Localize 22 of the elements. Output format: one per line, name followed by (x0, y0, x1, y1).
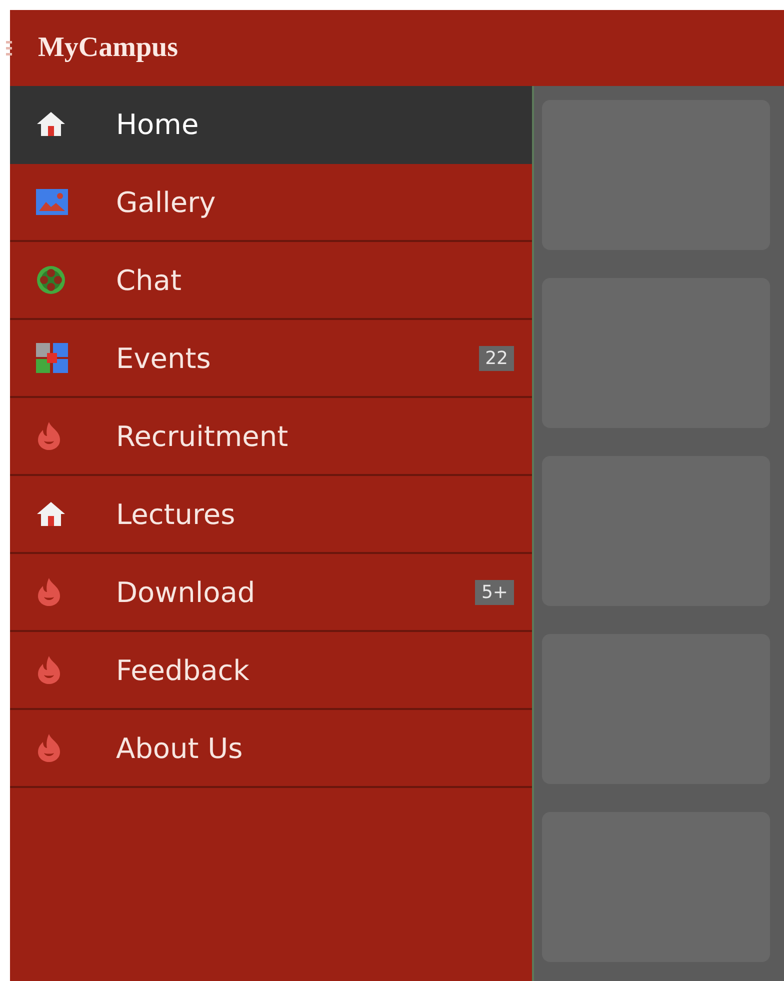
flame-icon (36, 577, 62, 607)
wheel-icon (36, 265, 66, 295)
drawer-item[interactable]: Gallery (10, 164, 532, 242)
drawer-item[interactable]: Events 22 (10, 320, 532, 398)
count-badge: 5+ (475, 580, 514, 604)
drawer-item[interactable]: About Us (10, 710, 532, 788)
house-icon (36, 111, 66, 137)
drawer-item[interactable]: Recruitment (10, 398, 532, 476)
flame-icon (36, 421, 62, 451)
house-icon (36, 501, 66, 527)
drawer-item[interactable]: Chat (10, 242, 532, 320)
image-icon (36, 189, 68, 215)
flame-icon (36, 655, 62, 685)
drawer-item[interactable]: Lectures (10, 476, 532, 554)
flame-icon (36, 733, 62, 763)
tiles-icon (36, 343, 68, 373)
drawer-item[interactable]: Download 5+ (10, 554, 532, 632)
drawer-item[interactable]: Home (10, 86, 532, 164)
menu-icon[interactable] (6, 39, 12, 57)
drawer-item[interactable]: Feedback (10, 632, 532, 710)
count-badge: 22 (479, 346, 514, 370)
app-title: MyCampus (38, 32, 178, 64)
